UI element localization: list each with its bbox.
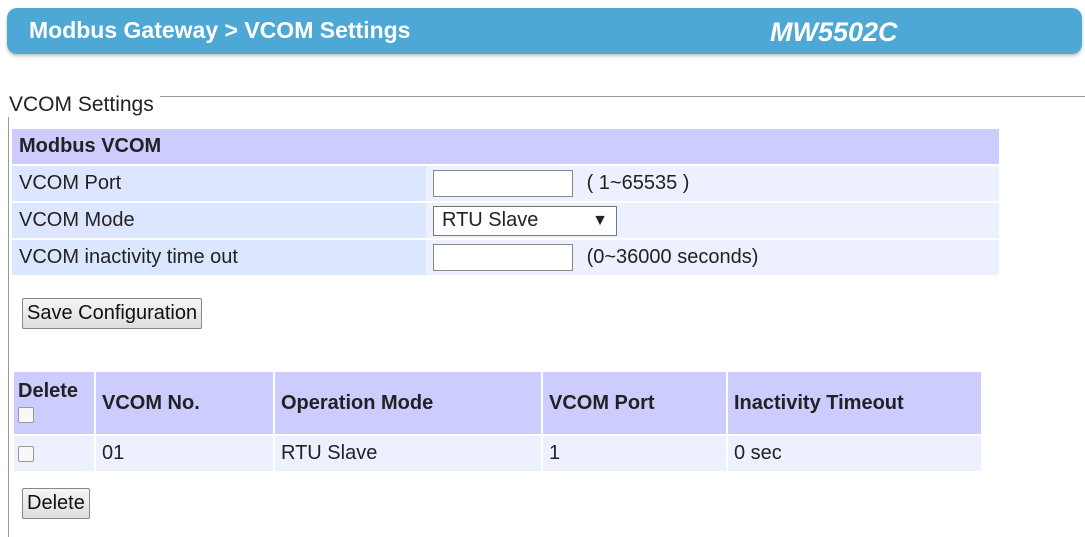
vcom-port-input[interactable] <box>433 170 573 197</box>
form-heading: Modbus VCOM <box>12 129 999 164</box>
col-operation-mode: Operation Mode <box>275 372 541 434</box>
col-vcom-port: VCOM Port <box>543 372 726 434</box>
inactivity-hint: (0~36000 seconds) <box>586 246 759 268</box>
inactivity-label: VCOM inactivity time out <box>12 240 426 275</box>
vcom-mode-cell: RTU Slave ▼ <box>426 203 999 238</box>
table-header-row: Delete VCOM No. Operation Mode VCOM Port… <box>14 372 981 434</box>
vcom-list-table: Delete VCOM No. Operation Mode VCOM Port… <box>12 370 983 473</box>
col-inactivity-timeout: Inactivity Timeout <box>728 372 981 434</box>
save-configuration-button[interactable]: Save Configuration <box>22 298 203 329</box>
row-delete-cell <box>14 436 94 471</box>
inactivity-input[interactable] <box>433 244 573 271</box>
dropdown-arrow-icon: ▼ <box>592 211 608 229</box>
inactivity-cell: (0~36000 seconds) <box>426 240 999 275</box>
model-name: MW5502C <box>770 17 898 47</box>
vcom-mode-label: VCOM Mode <box>12 203 426 238</box>
row-inactivity-timeout: 0 sec <box>728 436 981 471</box>
col-delete: Delete <box>14 372 94 434</box>
row-checkbox[interactable] <box>18 445 34 462</box>
vcom-port-cell: ( 1~65535 ) <box>426 166 999 201</box>
vcom-mode-select[interactable]: RTU Slave ▼ <box>433 205 617 236</box>
row-operation-mode: RTU Slave <box>275 436 541 471</box>
vcom-port-hint: ( 1~65535 ) <box>586 172 690 194</box>
col-delete-label: Delete <box>18 380 79 402</box>
row-vcom-no: 01 <box>96 436 273 471</box>
delete-button[interactable]: Delete <box>22 488 90 519</box>
page-title: Modbus Gateway > VCOM Settings <box>29 17 411 43</box>
vcom-form-table: Modbus VCOM VCOM Port ( 1~65535 ) VCOM M… <box>12 127 999 277</box>
vcom-port-label: VCOM Port <box>12 166 426 201</box>
vcom-mode-selected: RTU Slave <box>442 209 539 231</box>
page-header: Modbus Gateway > VCOM Settings MW5502C <box>7 8 1082 54</box>
row-vcom-port: 1 <box>543 436 726 471</box>
select-all-checkbox[interactable] <box>18 406 34 423</box>
col-vcom-no: VCOM No. <box>96 372 273 434</box>
section-legend: VCOM Settings <box>8 93 160 117</box>
table-row: 01 RTU Slave 1 0 sec <box>14 436 981 471</box>
